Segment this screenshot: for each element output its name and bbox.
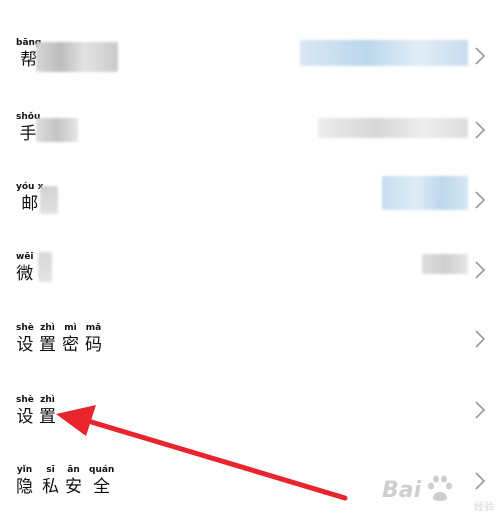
baidu-watermark: Bai 经验 xyxy=(382,470,500,516)
arrow-shaft xyxy=(85,418,348,501)
svg-text:经验: 经验 xyxy=(474,500,494,513)
svg-text:Bai: Bai xyxy=(382,478,422,503)
arrow-head xyxy=(56,405,96,436)
baidu-logo: Bai 经验 xyxy=(382,475,494,513)
red-arrow-annotation xyxy=(56,405,348,501)
